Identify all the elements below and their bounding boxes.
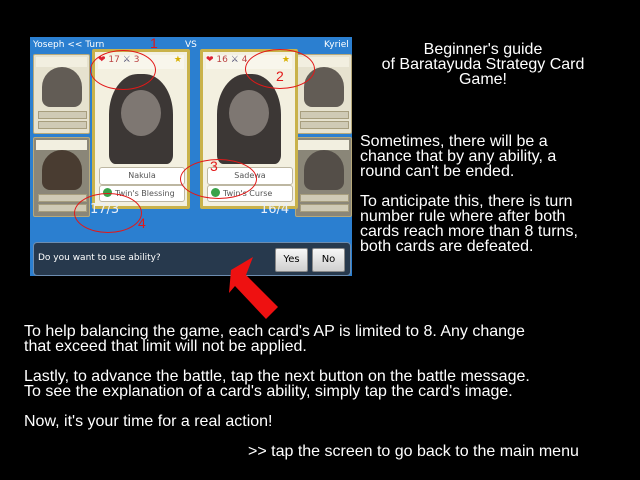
annotation-number-4: 4 xyxy=(138,215,146,231)
player-right-name: Kyriel xyxy=(324,40,349,50)
no-button[interactable]: No xyxy=(312,248,345,272)
red-arrow-icon xyxy=(229,257,278,319)
left-card-name: Nakula xyxy=(99,167,185,185)
annotation-circle-1 xyxy=(90,50,156,90)
annotation-number-3: 3 xyxy=(210,158,218,174)
guide-title: Beginner's guide of Baratayuda Strategy … xyxy=(381,41,585,88)
annotation-circle-4 xyxy=(74,193,142,233)
guide-paragraph-2: To anticipate this, there is turn number… xyxy=(360,193,578,255)
guide-paragraph-1: Sometimes, there will be a chance that b… xyxy=(360,133,557,180)
heart-icon: ❤ xyxy=(206,55,214,65)
guide-paragraph-3: To help balancing the game, each card's … xyxy=(24,323,525,355)
sword-icon: ⚔ xyxy=(230,55,239,65)
guide-paragraph-4: Lastly, to advance the battle, tap the n… xyxy=(24,368,530,400)
guide-paragraph-5: Now, it's your time for a real action! xyxy=(24,413,273,430)
left-deck-card-1[interactable] xyxy=(33,54,90,134)
battle-message: Do you want to use ability? Yes No xyxy=(33,242,351,276)
turn-bar: Yoseph << Turn VS Kyriel xyxy=(30,37,352,54)
right-deck-card-2[interactable] xyxy=(295,137,352,217)
annotation-number-2: 2 xyxy=(276,68,284,84)
game-screenshot: Yoseph << Turn VS Kyriel ❤ 17 ⚔ 3 ★ Naku… xyxy=(30,37,352,276)
back-to-menu-hint[interactable]: >> tap the screen to go back to the main… xyxy=(248,444,579,460)
right-card-hp: 16 xyxy=(216,55,228,65)
message-text: Do you want to use ability? xyxy=(38,253,161,263)
annotation-circle-3 xyxy=(180,159,257,199)
star-icon: ★ xyxy=(173,55,182,65)
right-score: 16/4 xyxy=(260,202,290,217)
annotation-number-1: 1 xyxy=(150,37,158,51)
